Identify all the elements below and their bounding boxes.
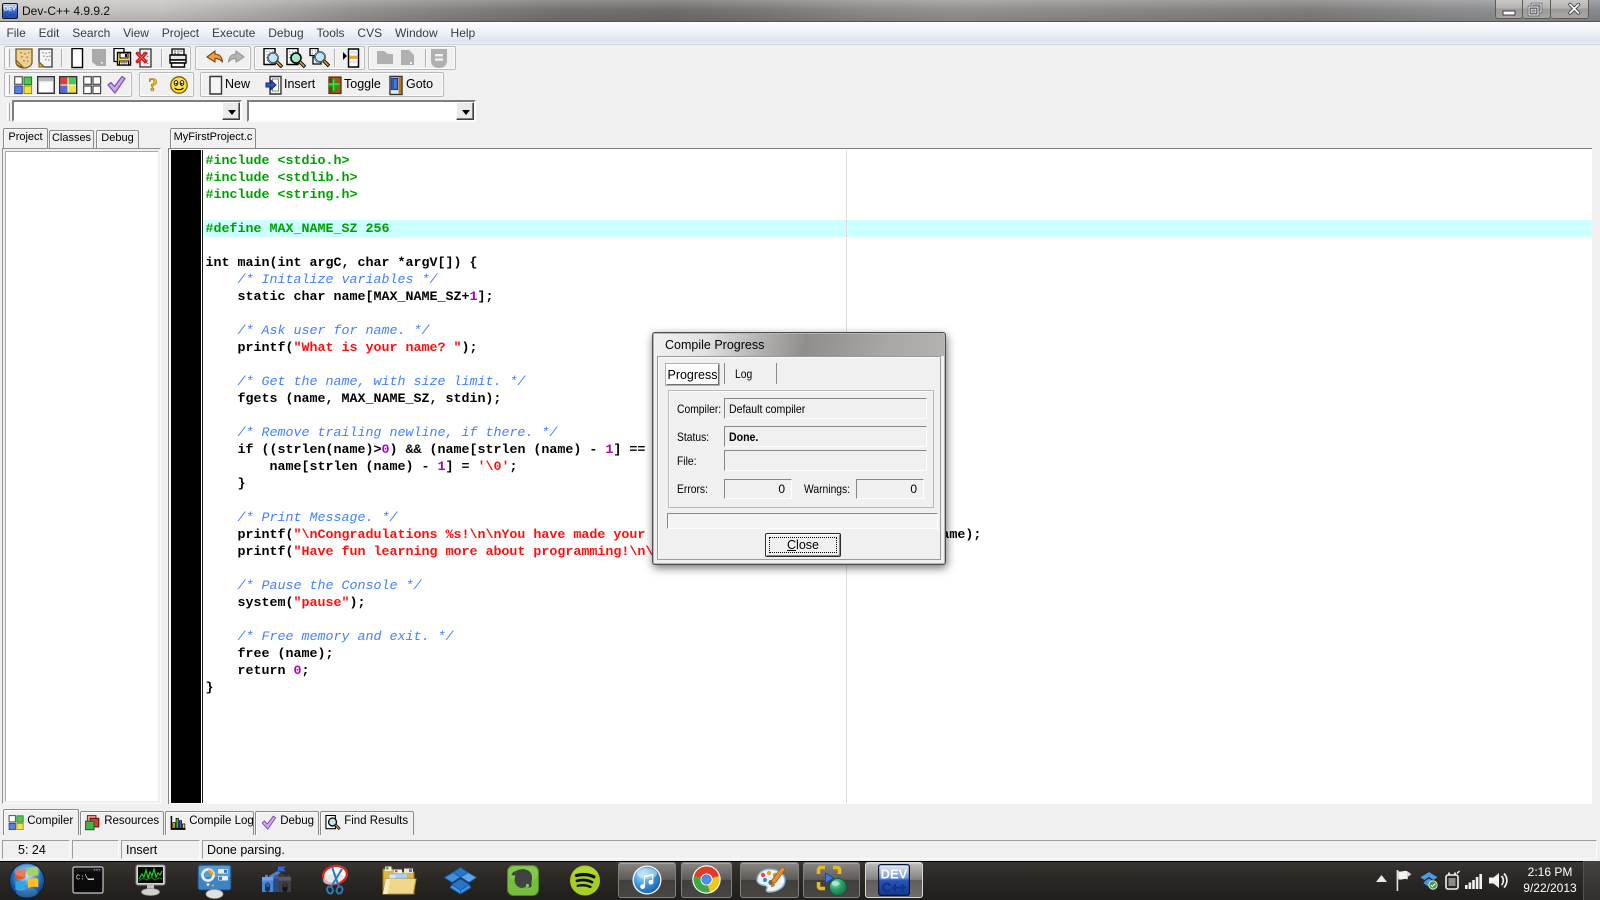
svg-text:C++: C++ [882, 880, 907, 895]
svg-text:?: ? [148, 75, 158, 96]
svg-text:C:\: C:\ [76, 875, 89, 883]
svg-text:C++: C++ [4, 13, 16, 19]
svg-text:DEV: DEV [4, 7, 16, 13]
